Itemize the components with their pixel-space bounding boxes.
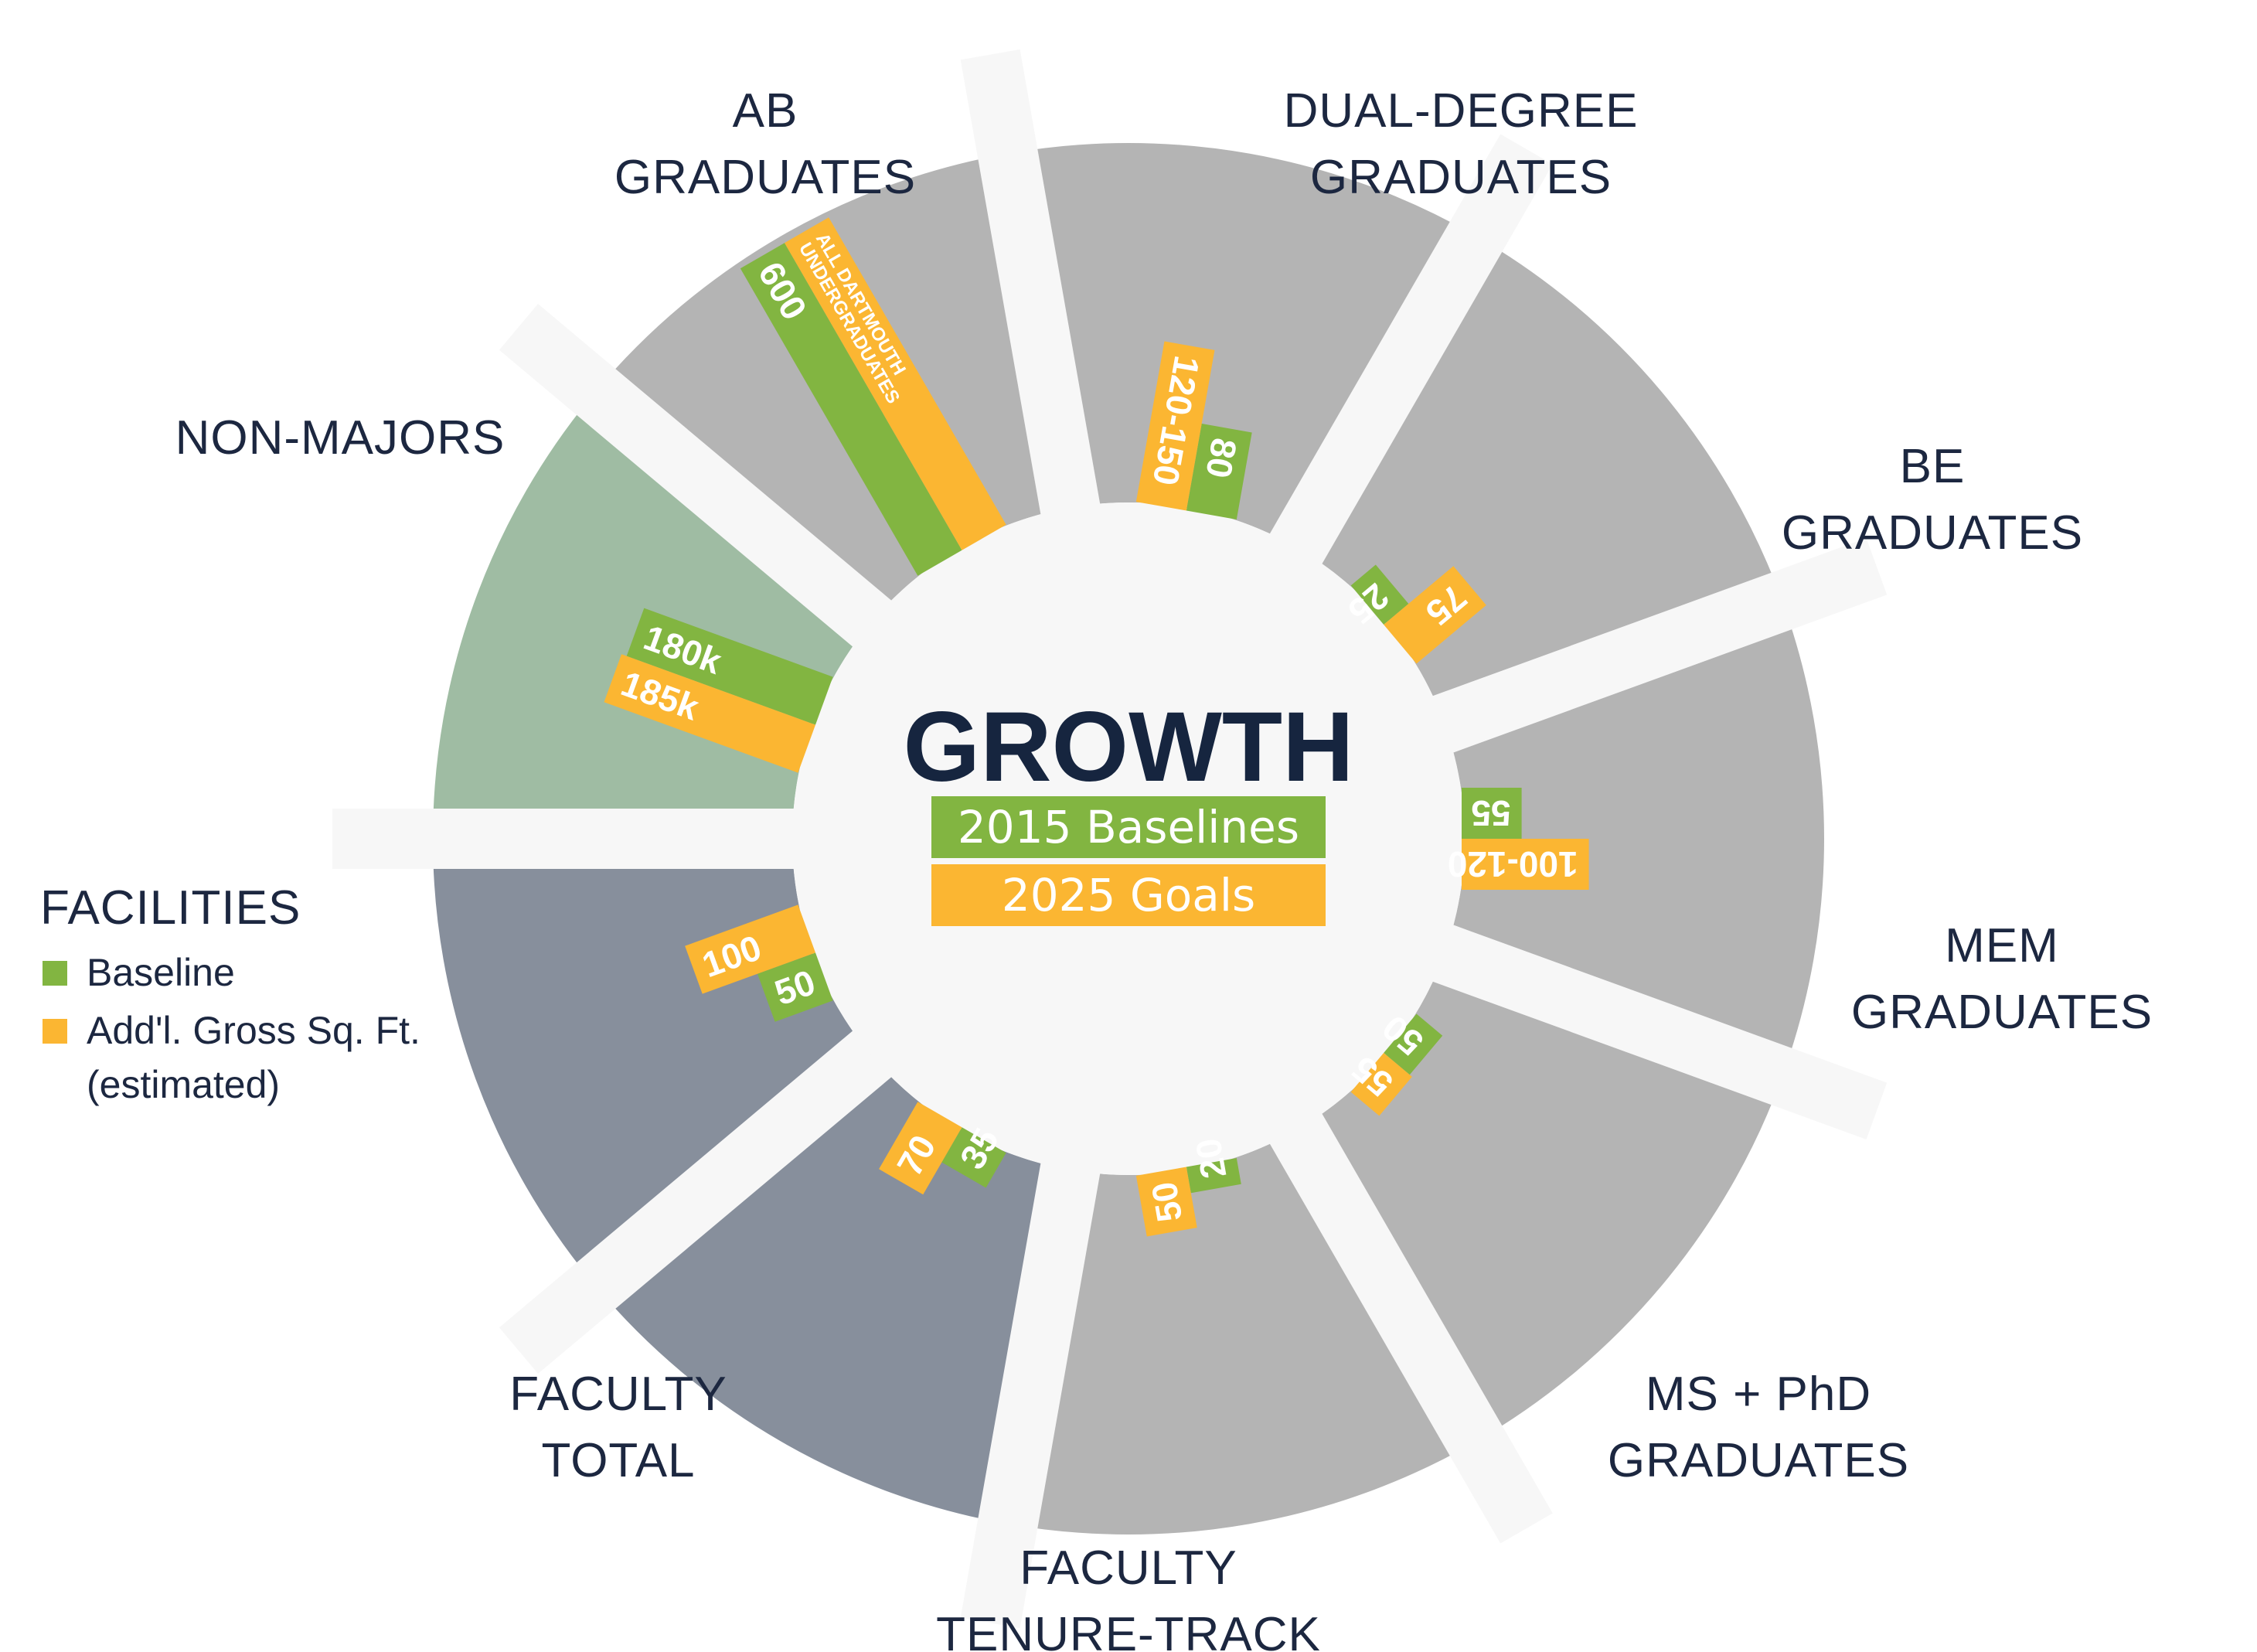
radial-growth-chart: 80120-15025 7555100-120505520503570501001… — [40, 49, 2153, 1652]
sector-divider — [332, 809, 796, 869]
bar-goal-5-label: 50 — [1143, 1179, 1190, 1225]
category-label: MEM — [1945, 919, 2059, 972]
category-label: NON-MAJORS — [175, 411, 506, 465]
category-label: GRADUATES — [1310, 151, 1612, 204]
center-key: GROWTH 2015 Baselines 2025 Goals — [904, 692, 1354, 926]
category-label: BE — [1900, 440, 1966, 493]
category-label: GRADUATES — [1851, 986, 2153, 1039]
key-baseline-label: 2015 Baselines — [958, 801, 1299, 853]
category-label: AB — [733, 84, 798, 138]
bar-goal-5: 50 — [1135, 1167, 1197, 1237]
category-label: GRADUATES — [1608, 1434, 1909, 1487]
category-label: MS + PhD — [1646, 1368, 1871, 1421]
legend-goal-label: Add'l. Gross Sq. Ft. — [87, 1009, 420, 1052]
key-goal-label: 2025 Goals — [1002, 869, 1255, 921]
bar-baseline-1-label: 80 — [1198, 435, 1244, 481]
bar-baseline-3-label: 55 — [1471, 793, 1510, 833]
legend-baseline-swatch — [43, 961, 67, 986]
bar-goal-3-label: 100-120 — [1448, 844, 1578, 884]
bar-baseline-3: 55 — [1461, 788, 1522, 839]
bar-goal-5-text: 50 — [1143, 1179, 1190, 1225]
legend-goal-swatch — [43, 1019, 67, 1044]
chart-title: GROWTH — [904, 692, 1354, 802]
category-label: FACULTY — [1020, 1541, 1237, 1595]
category-label: GRADUATES — [614, 151, 916, 204]
category-label: TOTAL — [541, 1434, 695, 1487]
bar-goal-3-text: 100-120 — [1448, 844, 1578, 884]
legend-goal-label-note: (estimated) — [87, 1063, 280, 1106]
legend-baseline-label: Baseline — [87, 951, 235, 994]
bar-baseline-5-text: 20 — [1187, 1136, 1234, 1181]
category-label: FACULTY — [509, 1368, 727, 1421]
bar-baseline-5-label: 20 — [1187, 1136, 1234, 1181]
bar-baseline-1-text: 80 — [1198, 435, 1244, 481]
bar-baseline-3-text: 55 — [1471, 793, 1510, 833]
category-label: TENURE-TRACK — [936, 1608, 1321, 1652]
category-label: DUAL-DEGREE — [1284, 84, 1639, 138]
facilities-legend: FACILITIES Baseline Add'l. Gross Sq. Ft.… — [40, 881, 420, 1106]
category-label: GRADUATES — [1782, 506, 2083, 560]
bar-goal-3: 100-120 — [1448, 839, 1589, 890]
legend-heading: FACILITIES — [40, 881, 301, 935]
